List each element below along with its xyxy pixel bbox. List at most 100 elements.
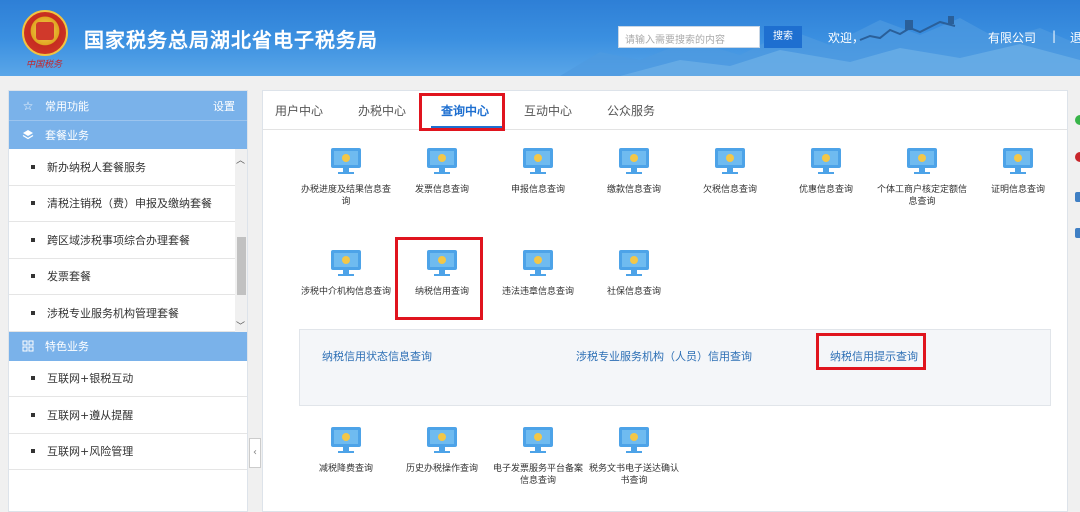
monitor-icon <box>330 147 362 175</box>
agency-credit-link[interactable]: 涉税专业服务机构（人员）信用查询 <box>576 348 752 364</box>
star-icon: ☆ <box>22 98 34 113</box>
query-item[interactable]: 历史办税操作查询 <box>397 426 487 475</box>
monitor-icon <box>522 426 554 454</box>
query-item[interactable]: 违法违章信息查询 <box>493 249 583 298</box>
sidebar-item[interactable]: 清税注销税（费）申报及缴纳套餐 <box>9 186 247 222</box>
query-item-label: 优惠信息查询 <box>798 185 853 195</box>
query-item[interactable]: 欠税信息查询 <box>685 147 775 196</box>
chevron-left-icon[interactable]: ‹ <box>249 438 261 468</box>
query-item[interactable]: 缴款信息查询 <box>589 147 679 196</box>
message-icon[interactable] <box>1075 228 1080 238</box>
query-item[interactable]: 申报信息查询 <box>493 147 583 196</box>
logout-link[interactable]: 退出 <box>1070 29 1080 46</box>
query-item[interactable]: 税务文书电子送达确认书查询 <box>589 426 679 487</box>
sidebar-item-label: 互联网+风险管理 <box>47 445 134 459</box>
sidebar-item-label: 清税注销税（费）申报及缴纳套餐 <box>47 197 212 211</box>
sidebar-featured-header[interactable]: 特色业务 <box>9 331 247 361</box>
sidebar-item-label: 互联网+银税互动 <box>47 372 134 386</box>
monitor-icon <box>906 147 938 175</box>
query-item[interactable]: 社保信息查询 <box>589 249 679 298</box>
query-item[interactable]: 涉税中介机构信息查询 <box>301 249 391 298</box>
monitor-icon <box>522 249 554 277</box>
tab-tax-center[interactable]: 办税中心 <box>358 102 406 119</box>
sidebar-item[interactable]: 发票套餐 <box>9 259 247 295</box>
main-panel: 用户中心 办税中心 查询中心 互动中心 公众服务 办税进度及结果信息查询 发票信息… <box>262 90 1068 512</box>
site-header: 中国税务 国家税务总局湖北省电子税务局 请输入需要搜索的内容 搜索 欢迎， 有限… <box>0 0 1080 76</box>
query-item[interactable]: 个体工商户核定定额信息查询 <box>877 147 967 208</box>
sidebar-item[interactable]: 互联网+银税互动 <box>9 361 247 397</box>
welcome-text: 欢迎， <box>828 31 865 45</box>
monitor-icon <box>522 147 554 175</box>
sidebar-item[interactable]: 涉税专业服务机构管理套餐 <box>9 295 247 332</box>
company-name[interactable]: 有限公司 <box>988 29 1036 46</box>
sidebar-item-label: 发票套餐 <box>47 270 91 284</box>
alert-icon[interactable] <box>1075 152 1080 162</box>
query-item[interactable]: 证明信息查询 <box>973 147 1063 196</box>
query-item-label: 减税降费查询 <box>318 464 373 474</box>
monitor-icon <box>426 147 458 175</box>
query-item-label: 办税进度及结果信息查询 <box>301 185 392 207</box>
floating-toolbar <box>1068 100 1080 250</box>
sidebar-featured-label: 特色业务 <box>45 340 89 353</box>
highlight-box-tab <box>419 93 505 131</box>
sidebar-item-label: 新办纳税人套餐服务 <box>47 160 146 174</box>
monitor-icon <box>330 426 362 454</box>
emblem-script: 中国税务 <box>26 60 63 70</box>
settings-link[interactable]: 设置 <box>213 98 235 114</box>
package-list: 新办纳税人套餐服务 清税注销税（费）申报及缴纳套餐 跨区域涉税事项综合办理套餐 … <box>9 149 247 332</box>
query-item-label: 社保信息查询 <box>606 287 661 297</box>
search-button[interactable]: 搜索 <box>764 26 802 48</box>
credit-subpanel: 纳税信用状态信息查询 涉税专业服务机构（人员）信用查询 纳税信用提示查询 <box>299 329 1051 406</box>
chevron-down-icon[interactable]: ﹀ <box>236 319 245 332</box>
scrollbar-thumb[interactable] <box>237 237 246 295</box>
query-item[interactable]: 发票信息查询 <box>397 147 487 196</box>
online-status-icon[interactable] <box>1075 115 1080 125</box>
sidebar-item[interactable]: 互联网+风险管理 <box>9 434 247 470</box>
layers-icon <box>21 128 35 142</box>
query-item[interactable]: 电子发票服务平台备案信息查询 <box>493 426 583 487</box>
query-item-label: 历史办税操作查询 <box>405 464 478 474</box>
chevron-up-icon[interactable]: ︿ <box>236 153 245 166</box>
sidebar-item-label: 互联网+遵从提醒 <box>47 408 134 422</box>
tab-user-center[interactable]: 用户中心 <box>275 102 323 119</box>
sidebar-package-header[interactable]: 套餐业务 <box>9 120 247 149</box>
monitor-icon <box>714 147 746 175</box>
query-item[interactable]: 优惠信息查询 <box>781 147 871 196</box>
sidebar-common-label: 常用功能 <box>45 99 89 113</box>
query-item-label: 个体工商户核定定额信息查询 <box>877 185 968 207</box>
sidebar-scrollbar[interactable]: ︿ ﹀ <box>235 149 247 332</box>
sidebar-item-label: 涉税专业服务机构管理套餐 <box>47 306 179 320</box>
query-item-label: 违法违章信息查询 <box>501 287 574 297</box>
search-input[interactable]: 请输入需要搜索的内容 <box>618 26 760 48</box>
monitor-icon <box>618 426 650 454</box>
tax-emblem-icon[interactable] <box>22 10 68 56</box>
tab-bar: 用户中心 办税中心 查询中心 互动中心 公众服务 <box>263 91 1067 130</box>
query-item-label: 发票信息查询 <box>414 185 469 195</box>
query-item-label: 电子发票服务平台备案信息查询 <box>493 464 584 486</box>
query-item-label: 涉税中介机构信息查询 <box>301 287 392 297</box>
sidebar-item[interactable]: 新办纳税人套餐服务 <box>9 149 247 186</box>
highlight-box-credit-query <box>395 237 483 320</box>
credit-status-link[interactable]: 纳税信用状态信息查询 <box>322 348 432 364</box>
tab-public-service[interactable]: 公众服务 <box>607 102 655 119</box>
grid-icon <box>21 339 35 353</box>
query-item[interactable]: 减税降费查询 <box>301 426 391 475</box>
monitor-icon <box>426 426 458 454</box>
sidebar: ☆ 常用功能 设置 套餐业务 新办纳税人套餐服务 清税注销税（费）申报及缴纳套餐… <box>8 90 248 512</box>
sidebar-package-label: 套餐业务 <box>45 129 89 142</box>
monitor-icon <box>810 147 842 175</box>
sidebar-item[interactable]: 跨区域涉税事项综合办理套餐 <box>9 222 247 259</box>
monitor-icon <box>330 249 362 277</box>
sidebar-item[interactable]: 互联网+遵从提醒 <box>9 397 247 434</box>
monitor-icon <box>618 249 650 277</box>
query-item-label: 税务文书电子送达确认书查询 <box>589 464 680 486</box>
service-icon[interactable] <box>1075 192 1080 202</box>
tab-interaction-center[interactable]: 互动中心 <box>524 102 572 119</box>
sidebar-item-label: 跨区域涉税事项综合办理套餐 <box>47 233 190 247</box>
highlight-box-notice-link <box>816 333 926 370</box>
query-item[interactable]: 办税进度及结果信息查询 <box>301 147 391 208</box>
site-title[interactable]: 国家税务总局湖北省电子税务局 <box>84 24 378 53</box>
sidebar-common-header[interactable]: ☆ 常用功能 设置 <box>9 91 247 120</box>
query-item-label: 缴款信息查询 <box>606 185 661 195</box>
monitor-icon <box>1002 147 1034 175</box>
